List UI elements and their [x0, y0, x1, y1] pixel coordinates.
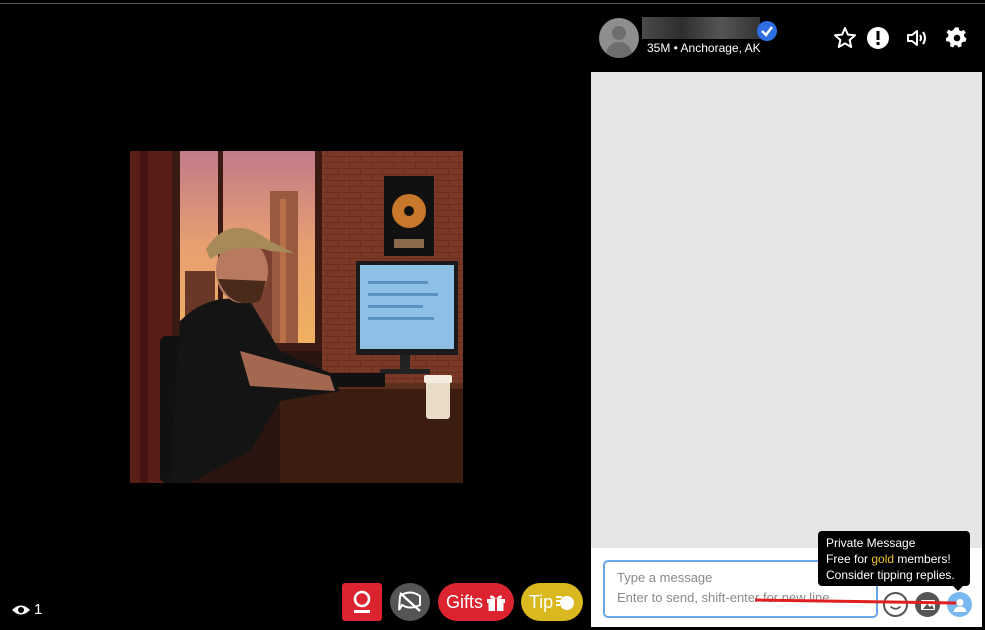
stream-frame-image	[130, 151, 463, 483]
gift-icon	[487, 595, 505, 611]
gifts-button[interactable]: Gifts	[438, 583, 514, 621]
red-annotation-arrow	[755, 598, 957, 605]
avatar-silhouette-icon	[605, 26, 633, 58]
verified-badge-icon	[757, 21, 777, 41]
video-stream[interactable]	[130, 151, 463, 483]
chat-off-icon	[398, 591, 421, 612]
eye-icon	[12, 605, 30, 614]
message-placeholder: Type a message	[617, 570, 713, 585]
volume-icon[interactable]	[904, 25, 930, 51]
app-window: 35M • Anchorage, AK Type a message Enter…	[0, 0, 985, 630]
private-message-tooltip: Private Message Free for gold members! C…	[818, 531, 970, 586]
top-divider	[0, 3, 985, 4]
tooltip-arrow	[952, 585, 964, 591]
gifts-label: Gifts	[445, 591, 483, 612]
avatar[interactable]	[599, 18, 639, 58]
profile-subinfo: 35M • Anchorage, AK	[647, 41, 761, 55]
cam-toggle-button[interactable]	[342, 583, 382, 621]
tooltip-title: Private Message	[826, 536, 916, 550]
viewer-count: 1	[11, 601, 42, 618]
tooltip-tip-line: Consider tipping replies.	[826, 568, 955, 582]
username-redacted	[642, 17, 760, 39]
chat-messages-area[interactable]	[591, 72, 982, 548]
viewer-count-value: 1	[34, 601, 43, 618]
gear-icon[interactable]	[944, 25, 970, 51]
tooltip-gold-line: Free for gold members!	[826, 552, 951, 566]
tip-button[interactable]: Tip	[521, 583, 583, 621]
star-icon[interactable]	[832, 25, 858, 51]
coins-icon	[556, 596, 575, 610]
alert-icon[interactable]	[865, 25, 891, 51]
hide-chat-button[interactable]	[390, 583, 430, 621]
tip-label: Tip	[528, 591, 554, 612]
camera-icon	[353, 590, 371, 613]
